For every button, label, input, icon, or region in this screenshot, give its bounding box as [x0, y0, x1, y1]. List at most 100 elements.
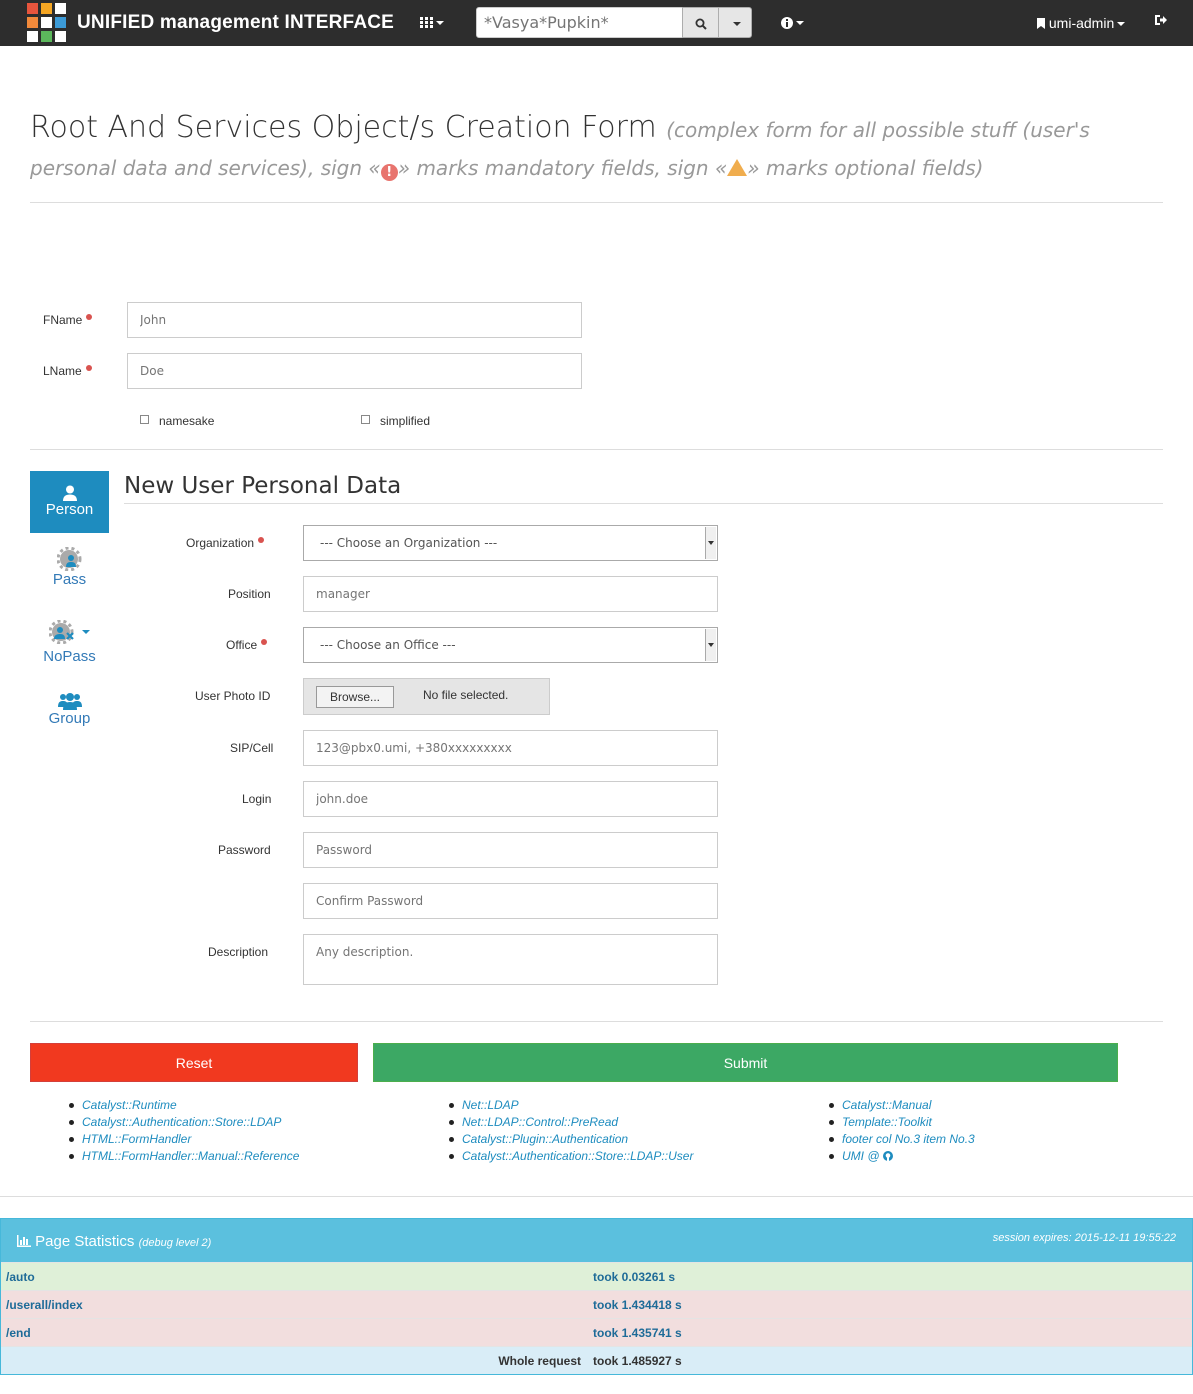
stats-row: /userall/index took 1.434418 s	[1, 1290, 1192, 1318]
chevron-down-icon	[82, 630, 90, 634]
sidebar-item-person[interactable]: Person	[30, 471, 109, 533]
bookmark-icon	[1037, 18, 1045, 29]
stats-took: took 1.435741 s	[593, 1326, 682, 1340]
info-menu-button[interactable]	[781, 14, 804, 29]
office-select[interactable]: --- Choose an Office ---	[303, 627, 718, 663]
user-name: umi-admin	[1048, 15, 1115, 31]
page-statistics-panel: Page Statistics (debug level 2) session …	[0, 1218, 1193, 1375]
stats-path[interactable]: /auto	[6, 1270, 35, 1284]
divider	[30, 1021, 1163, 1022]
subtitle-part: » marks mandatory fields, sign «	[397, 156, 728, 180]
sidebar-item-label: Person	[45, 501, 94, 518]
footer-links-col2: Net::LDAP Net::LDAP::Control::PreRead Ca…	[449, 1097, 693, 1165]
footer-link[interactable]: Catalyst::Authentication::Store::LDAP::U…	[449, 1148, 693, 1165]
organization-select-value: --- Choose an Organization ---	[320, 536, 498, 550]
sidebar-item-label: NoPass	[43, 648, 96, 665]
footer-link[interactable]: footer col No.3 item No.3	[829, 1131, 975, 1148]
search-icon	[695, 18, 707, 30]
sip-input[interactable]	[303, 730, 718, 766]
footer-link[interactable]: Catalyst::Authentication::Store::LDAP	[69, 1114, 299, 1131]
subtitle-part: » marks optional fields)	[747, 156, 984, 180]
footer-link[interactable]: HTML::FormHandler::Manual::Reference	[69, 1148, 299, 1165]
simplified-checkbox[interactable]	[361, 415, 370, 424]
namesake-label: namesake	[159, 414, 215, 428]
stats-took: took 1.485927 s	[593, 1354, 682, 1368]
search-options-button[interactable]	[718, 7, 752, 38]
submit-button[interactable]: Submit	[373, 1043, 1118, 1082]
browse-button[interactable]: Browse...	[316, 686, 394, 708]
divider	[0, 1196, 1193, 1197]
warning-icon	[727, 159, 748, 176]
search-input[interactable]	[476, 7, 683, 38]
organization-label: Organization	[186, 536, 265, 550]
namesake-checkbox[interactable]	[140, 415, 149, 424]
footer-link[interactable]: Catalyst::Plugin::Authentication	[449, 1131, 693, 1148]
footer-link[interactable]: Template::Toolkit	[829, 1114, 975, 1131]
sidebar-item-pass[interactable]: Pass	[30, 547, 109, 597]
sidebar-item-label: Group	[48, 710, 91, 727]
top-navbar: UNIFIED management INTERFACE umi-admin	[0, 0, 1193, 46]
chevron-down-icon	[705, 527, 716, 559]
logout-button[interactable]	[1154, 14, 1167, 29]
login-input[interactable]	[303, 781, 718, 817]
fname-input[interactable]	[127, 302, 582, 338]
description-textarea[interactable]	[303, 934, 718, 985]
mandatory-icon	[258, 537, 265, 543]
organization-label-text: Organization	[186, 536, 255, 550]
sip-label: SIP/Cell	[230, 741, 274, 755]
footer-links-col1: Catalyst::Runtime Catalyst::Authenticati…	[69, 1097, 299, 1165]
users-icon	[57, 693, 82, 710]
app-brand[interactable]: UNIFIED management INTERFACE	[77, 12, 394, 34]
chevron-down-icon	[796, 20, 804, 25]
stats-total-label: Whole request	[498, 1354, 581, 1368]
user-gear-icon	[56, 547, 81, 571]
position-input[interactable]	[303, 576, 718, 612]
user-menu-button[interactable]: umi-admin	[1037, 15, 1126, 31]
position-label: Position	[228, 587, 271, 601]
footer-links-col3: Catalyst::Manual Template::Toolkit foote…	[829, 1097, 975, 1165]
page-title: Root And Services Object/s Creation Form…	[30, 110, 1165, 186]
search-button[interactable]	[682, 7, 719, 38]
page-title-text: Root And Services Object/s Creation Form	[30, 110, 657, 145]
footer-link[interactable]: HTML::FormHandler	[69, 1131, 299, 1148]
reset-button[interactable]: Reset	[30, 1043, 358, 1082]
simplified-label: simplified	[380, 414, 431, 428]
stats-path[interactable]: /userall/index	[6, 1298, 83, 1312]
footer-link[interactable]: Catalyst::Manual	[829, 1097, 975, 1114]
footer-link[interactable]: Net::LDAP	[449, 1097, 693, 1114]
stats-row: /end took 1.435741 s	[1, 1318, 1192, 1346]
photo-label: User Photo ID	[195, 689, 271, 703]
fname-label: FName	[43, 313, 93, 327]
sidebar-item-nopass[interactable]: NoPass	[30, 619, 109, 670]
mandatory-icon	[261, 639, 268, 645]
chevron-down-icon	[1117, 22, 1126, 27]
info-icon	[781, 16, 793, 29]
mandatory-icon	[86, 314, 93, 320]
stats-path[interactable]: /end	[6, 1326, 31, 1340]
sidebar-item-group[interactable]: Group	[30, 692, 109, 736]
stats-row-total: Whole request took 1.485927 s	[1, 1346, 1192, 1374]
stats-took: took 1.434418 s	[593, 1298, 682, 1312]
lname-input[interactable]	[127, 353, 582, 389]
footer-link[interactable]: Catalyst::Runtime	[69, 1097, 299, 1114]
bar-chart-icon	[17, 1235, 31, 1247]
stats-title: Page Statistics (debug level 2)	[17, 1233, 211, 1250]
footer-link[interactable]: Net::LDAP::Control::PreRead	[449, 1114, 693, 1131]
logout-icon	[1155, 15, 1167, 25]
file-status: No file selected.	[423, 688, 509, 702]
footer-link-umi[interactable]: UMI @	[829, 1148, 975, 1165]
app-logo-icon[interactable]	[27, 3, 67, 43]
lname-label-text: LName	[43, 364, 82, 378]
password-input[interactable]	[303, 832, 718, 868]
apps-menu-button[interactable]	[420, 14, 444, 29]
divider	[30, 202, 1163, 203]
office-label: Office	[226, 638, 268, 652]
organization-select[interactable]: --- Choose an Organization ---	[303, 525, 718, 561]
fname-label-text: FName	[43, 313, 83, 327]
password-label: Password	[218, 843, 271, 857]
confirm-password-input[interactable]	[303, 883, 718, 919]
stats-title-text: Page Statistics	[35, 1233, 135, 1250]
github-icon	[882, 1151, 893, 1161]
photo-file-input[interactable]: Browse... No file selected.	[303, 678, 550, 715]
footer-link-text: UMI @	[842, 1149, 880, 1163]
